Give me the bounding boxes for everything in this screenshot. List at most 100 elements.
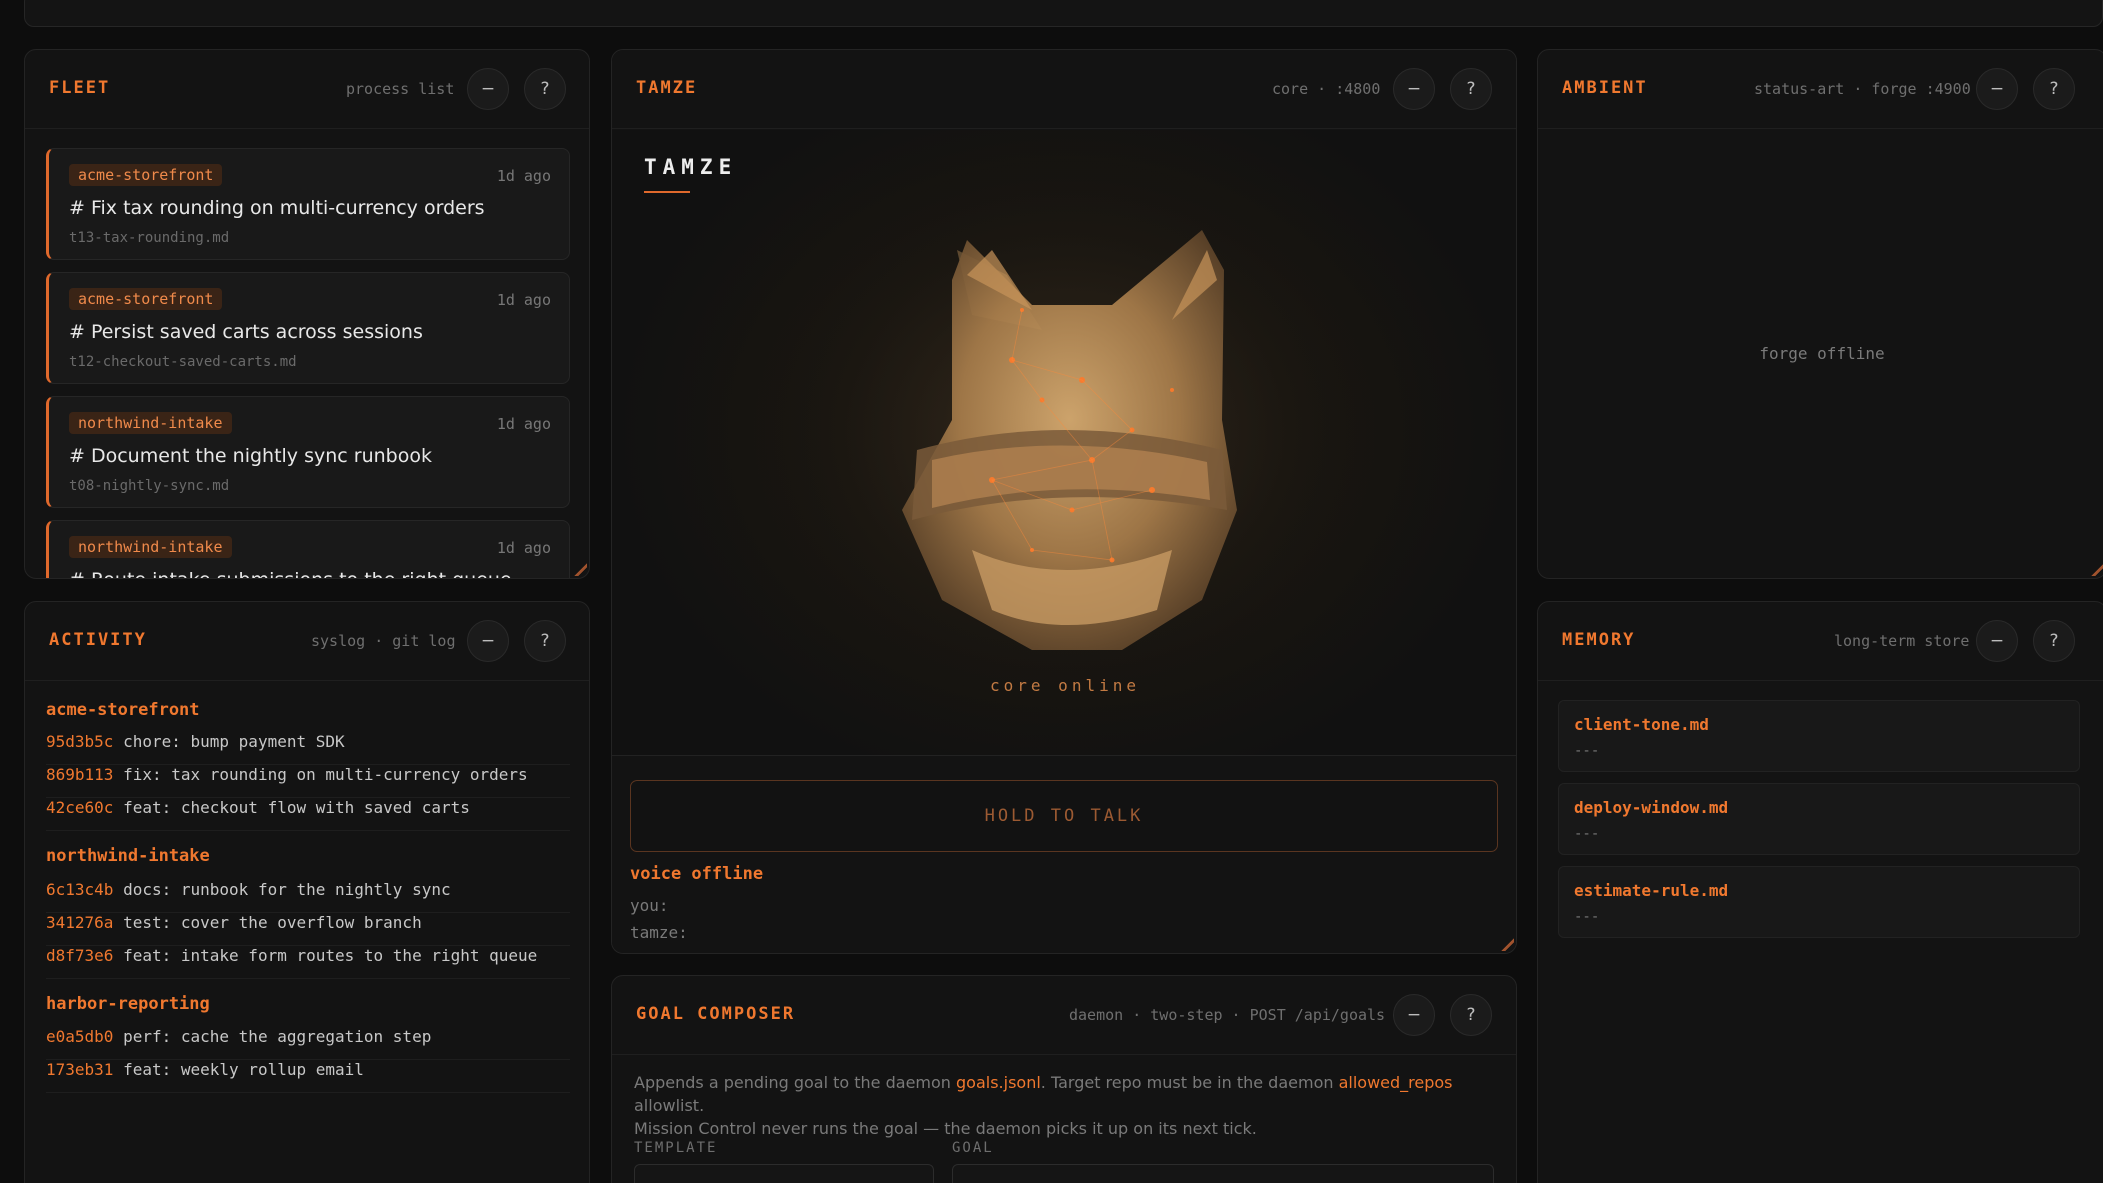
card-age: 1d ago [496, 291, 551, 309]
activity-minimize-button[interactable]: − [467, 620, 509, 662]
commit-message: feat: weekly rollup email [123, 1060, 364, 1079]
memory-item[interactable]: deploy-window.md --- [1558, 783, 2080, 855]
template-select[interactable] [634, 1164, 934, 1183]
ambient-help-button[interactable]: ? [2033, 68, 2075, 110]
goal-panel-header: GOAL COMPOSER daemon · two-step · POST /… [612, 976, 1516, 1055]
card-title: # Document the nightly sync runbook [69, 445, 432, 467]
card-file: t08-nightly-sync.md [69, 478, 230, 494]
hold-to-talk-button[interactable]: HOLD TO TALK [630, 780, 1498, 852]
commit-hash: 341276a [46, 913, 114, 932]
activity-repo-heading: acme-storefront [46, 700, 200, 720]
top-status-bar [24, 0, 2103, 27]
commit-row[interactable]: 6c13c4b docs: runbook for the nightly sy… [46, 880, 570, 913]
allowed-repos-link: allowed_repos [1338, 1073, 1453, 1092]
commit-hash: 95d3b5c [46, 732, 114, 751]
ambient-resize-handle[interactable] [2090, 562, 2103, 576]
commit-message: fix: tax rounding on multi-currency orde… [123, 765, 528, 784]
repo-tag: acme-storefront [69, 164, 223, 186]
goal-meta: daemon · two-step · POST /api/goals [1069, 1006, 1386, 1024]
tamze-meta: core · :4800 [1272, 80, 1381, 98]
card-file: t12-checkout-saved-carts.md [69, 354, 297, 370]
commit-message: feat: checkout flow with saved carts [123, 798, 470, 817]
memory-item-value: --- [1574, 743, 1600, 759]
activity-panel: ACTIVITY syslog · git log − ? acme-store… [24, 601, 590, 1183]
goal-desc-text: . Target repo must be in the daemon [1040, 1073, 1339, 1092]
goal-composer-panel: GOAL COMPOSER daemon · two-step · POST /… [611, 975, 1517, 1183]
memory-item-value: --- [1574, 909, 1600, 925]
goal-description: Appends a pending goal to the daemon goa… [634, 1071, 1494, 1140]
tamze-minimize-button[interactable]: − [1393, 68, 1435, 110]
fleet-title: FLEET [49, 78, 111, 98]
activity-title: ACTIVITY [49, 630, 147, 650]
fleet-help-button[interactable]: ? [524, 68, 566, 110]
memory-item[interactable]: estimate-rule.md --- [1558, 866, 2080, 938]
fleet-card[interactable]: acme-storefront 1d ago # Persist saved c… [46, 272, 570, 384]
goal-desc-text: Mission Control never runs the goal — th… [634, 1119, 1257, 1138]
fleet-card[interactable]: acme-storefront 1d ago # Fix tax roundin… [46, 148, 570, 260]
ambient-panel-header: AMBIENT status-art · forge :4900 − ? [1538, 50, 2103, 129]
commit-row[interactable]: 95d3b5c chore: bump payment SDK [46, 732, 570, 765]
tamze-panel: TAMZE core · :4800 − ? TAMZE core online… [611, 49, 1517, 954]
commit-hash: d8f73e6 [46, 946, 114, 965]
template-label: TEMPLATE [634, 1140, 718, 1156]
card-age: 1d ago [496, 539, 551, 557]
commit-row[interactable]: 42ce60c feat: checkout flow with saved c… [46, 798, 570, 831]
goal-label: GOAL [952, 1140, 994, 1156]
commit-row[interactable]: d8f73e6 feat: intake form routes to the … [46, 946, 570, 979]
fleet-card[interactable]: northwind-intake 1d ago # Document the n… [46, 396, 570, 508]
commit-message: test: cover the overflow branch [123, 913, 422, 932]
fox-mascot-image [745, 150, 1385, 710]
memory-panel-header: MEMORY long-term store − ? [1538, 602, 2103, 681]
memory-item-name: estimate-rule.md [1574, 881, 1729, 900]
memory-item-value: --- [1574, 826, 1600, 842]
goal-desc-text: allowlist. [634, 1096, 705, 1115]
commit-row[interactable]: 869b113 fix: tax rounding on multi-curre… [46, 765, 570, 798]
fleet-panel: FLEET process list − ? acme-storefront 1… [24, 49, 590, 579]
card-title: # Route intake submissions to the right … [69, 569, 512, 578]
commit-hash: 173eb31 [46, 1060, 114, 1079]
fleet-resize-handle[interactable] [573, 562, 587, 576]
goal-minimize-button[interactable]: − [1393, 994, 1435, 1036]
ambient-meta: status-art · forge :4900 [1754, 80, 1971, 98]
commit-message: feat: intake form routes to the right qu… [123, 946, 538, 965]
goal-input[interactable] [952, 1164, 1494, 1183]
forge-status: forge offline [1759, 344, 1885, 363]
voice-status: voice offline [630, 864, 764, 884]
memory-title: MEMORY [1562, 630, 1636, 650]
goal-title: GOAL COMPOSER [636, 1004, 796, 1024]
commit-hash: e0a5db0 [46, 1027, 114, 1046]
activity-repo-heading: harbor-reporting [46, 994, 210, 1014]
repo-tag: northwind-intake [69, 536, 232, 558]
card-title: # Persist saved carts across sessions [69, 321, 423, 343]
memory-help-button[interactable]: ? [2033, 620, 2075, 662]
commit-row[interactable]: e0a5db0 perf: cache the aggregation step [46, 1027, 570, 1060]
ambient-title: AMBIENT [1562, 78, 1648, 98]
tamze-resize-handle[interactable] [1500, 937, 1514, 951]
goal-help-button[interactable]: ? [1450, 994, 1492, 1036]
memory-minimize-button[interactable]: − [1976, 620, 2018, 662]
ambient-panel: AMBIENT status-art · forge :4900 − ? for… [1537, 49, 2103, 579]
memory-item-name: client-tone.md [1574, 715, 1709, 734]
tamze-stage [612, 130, 1516, 802]
wordmark-underline [644, 191, 690, 193]
goal-desc-text: Appends a pending goal to the daemon [634, 1073, 957, 1092]
tamze-help-button[interactable]: ? [1450, 68, 1492, 110]
commit-row[interactable]: 173eb31 feat: weekly rollup email [46, 1060, 570, 1093]
tamze-title: TAMZE [636, 78, 698, 98]
fleet-card[interactable]: northwind-intake 1d ago # Route intake s… [46, 520, 570, 578]
commit-row[interactable]: 341276a test: cover the overflow branch [46, 913, 570, 946]
card-age: 1d ago [496, 167, 551, 185]
tamze-wordmark: TAMZE [644, 155, 738, 179]
card-title: # Fix tax rounding on multi-currency ord… [69, 197, 485, 219]
commit-hash: 42ce60c [46, 798, 114, 817]
activity-meta: syslog · git log [311, 632, 456, 650]
goals-jsonl-link: goals.jsonl [956, 1073, 1041, 1092]
tamze-panel-header: TAMZE core · :4800 − ? [612, 50, 1516, 129]
fleet-meta: process list [346, 80, 455, 98]
ambient-minimize-button[interactable]: − [1976, 68, 2018, 110]
card-file: t13-tax-rounding.md [69, 230, 230, 246]
fleet-minimize-button[interactable]: − [467, 68, 509, 110]
commit-message: docs: runbook for the nightly sync [123, 880, 451, 899]
memory-item[interactable]: client-tone.md --- [1558, 700, 2080, 772]
activity-help-button[interactable]: ? [524, 620, 566, 662]
